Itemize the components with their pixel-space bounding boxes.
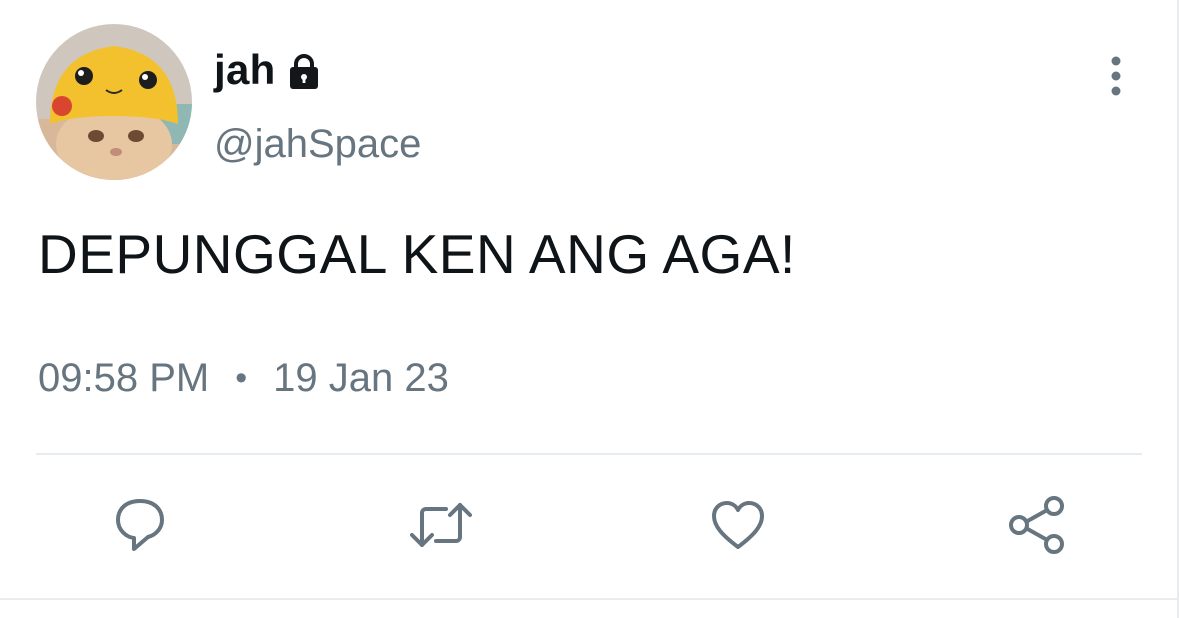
tweet-time[interactable]: 09:58 PM — [38, 356, 209, 401]
tweet-card: jah @jahSpace DEPUNGGAL KEN ANG AGA! 09:… — [0, 0, 1179, 618]
share-icon — [1009, 496, 1064, 554]
reply-button[interactable] — [105, 490, 175, 560]
like-button[interactable] — [703, 490, 773, 560]
meta-separator: • — [235, 359, 248, 397]
divider — [36, 453, 1142, 455]
retweet-button[interactable] — [406, 490, 476, 560]
avatar-image — [36, 24, 192, 180]
more-options-icon[interactable] — [1098, 54, 1134, 98]
tweet-metadata: 09:58 PM • 19 Jan 23 — [38, 356, 449, 401]
avatar[interactable] — [36, 24, 192, 180]
heart-icon — [712, 501, 764, 549]
lock-icon — [284, 52, 324, 92]
share-button[interactable] — [1002, 490, 1072, 560]
user-handle[interactable]: @jahSpace — [214, 122, 421, 167]
tweet-text: DEPUNGGAL KEN ANG AGA! — [38, 223, 796, 285]
reply-icon — [116, 499, 164, 551]
display-name-row: jah — [214, 46, 324, 94]
retweet-icon — [410, 503, 472, 547]
tweet-date[interactable]: 19 Jan 23 — [273, 356, 449, 401]
bottom-border — [0, 598, 1179, 600]
display-name[interactable]: jah — [214, 46, 276, 94]
action-bar — [0, 490, 1179, 570]
